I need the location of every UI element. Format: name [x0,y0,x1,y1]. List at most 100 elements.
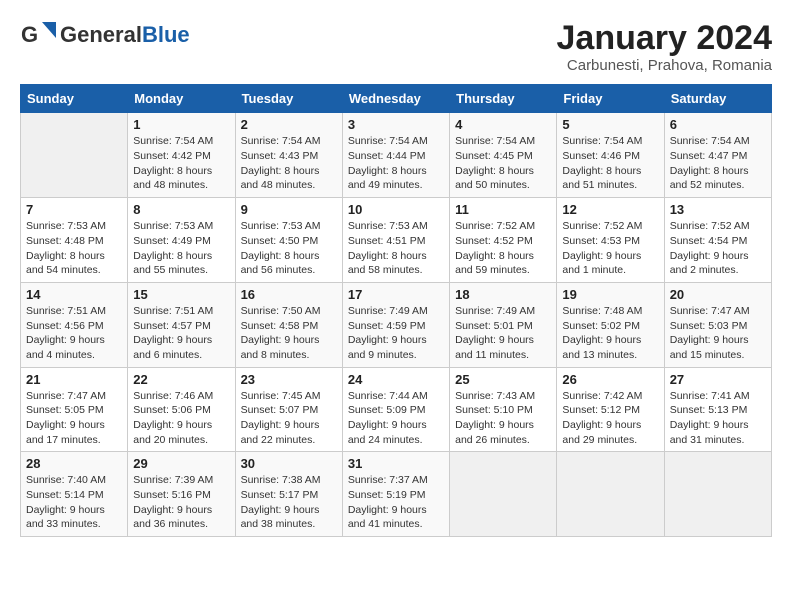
day-info: Sunrise: 7:53 AMSunset: 4:48 PMDaylight:… [26,219,122,278]
day-cell: 30 Sunrise: 7:38 AMSunset: 5:17 PMDayligh… [235,452,342,537]
day-info: Sunrise: 7:51 AMSunset: 4:57 PMDaylight:… [133,304,229,363]
day-info: Sunrise: 7:52 AMSunset: 4:53 PMDaylight:… [562,219,658,278]
day-info: Sunrise: 7:50 AMSunset: 4:58 PMDaylight:… [241,304,337,363]
day-number: 18 [455,287,551,302]
day-number: 10 [348,202,444,217]
day-cell: 14 Sunrise: 7:51 AMSunset: 4:56 PMDayligh… [21,282,128,367]
day-number: 21 [26,372,122,387]
day-info: Sunrise: 7:43 AMSunset: 5:10 PMDaylight:… [455,389,551,448]
day-info: Sunrise: 7:40 AMSunset: 5:14 PMDaylight:… [26,473,122,532]
day-number: 9 [241,202,337,217]
day-info: Sunrise: 7:49 AMSunset: 4:59 PMDaylight:… [348,304,444,363]
day-number: 28 [26,456,122,471]
day-info: Sunrise: 7:54 AMSunset: 4:42 PMDaylight:… [133,134,229,193]
day-cell: 18 Sunrise: 7:49 AMSunset: 5:01 PMDayligh… [450,282,557,367]
day-number: 14 [26,287,122,302]
day-number: 11 [455,202,551,217]
logo-icon: G [20,20,56,50]
week-row-2: 14 Sunrise: 7:51 AMSunset: 4:56 PMDayligh… [21,282,772,367]
day-cell [557,452,664,537]
day-info: Sunrise: 7:52 AMSunset: 4:54 PMDaylight:… [670,219,766,278]
day-cell: 3Sunrise: 7:54 AMSunset: 4:44 PMDaylight… [342,113,449,198]
day-number: 15 [133,287,229,302]
day-number: 4 [455,117,551,132]
day-info: Sunrise: 7:51 AMSunset: 4:56 PMDaylight:… [26,304,122,363]
header-tuesday: Tuesday [235,85,342,113]
day-cell: 26 Sunrise: 7:42 AMSunset: 5:12 PMDayligh… [557,367,664,452]
day-number: 6 [670,117,766,132]
day-number: 26 [562,372,658,387]
day-cell: 10 Sunrise: 7:53 AMSunset: 4:51 PMDayligh… [342,198,449,283]
day-info: Sunrise: 7:54 AMSunset: 4:45 PMDaylight:… [455,134,551,193]
week-row-4: 28 Sunrise: 7:40 AMSunset: 5:14 PMDayligh… [21,452,772,537]
day-cell: 19Sunrise: 7:48 AMSunset: 5:02 PMDayligh… [557,282,664,367]
day-info: Sunrise: 7:47 AMSunset: 5:05 PMDaylight:… [26,389,122,448]
day-cell: 23 Sunrise: 7:45 AMSunset: 5:07 PMDayligh… [235,367,342,452]
day-number: 17 [348,287,444,302]
day-number: 22 [133,372,229,387]
day-cell: 24 Sunrise: 7:44 AMSunset: 5:09 PMDayligh… [342,367,449,452]
day-number: 19 [562,287,658,302]
day-cell: 20 Sunrise: 7:47 AMSunset: 5:03 PMDayligh… [664,282,771,367]
day-cell: 2Sunrise: 7:54 AMSunset: 4:43 PMDaylight… [235,113,342,198]
day-cell [21,113,128,198]
day-info: Sunrise: 7:49 AMSunset: 5:01 PMDaylight:… [455,304,551,363]
day-info: Sunrise: 7:45 AMSunset: 5:07 PMDaylight:… [241,389,337,448]
day-cell [450,452,557,537]
day-number: 8 [133,202,229,217]
day-cell: 22 Sunrise: 7:46 AMSunset: 5:06 PMDayligh… [128,367,235,452]
week-row-1: 7 Sunrise: 7:53 AMSunset: 4:48 PMDaylight… [21,198,772,283]
days-header-row: SundayMondayTuesdayWednesdayThursdayFrid… [21,85,772,113]
day-number: 2 [241,117,337,132]
day-number: 24 [348,372,444,387]
day-number: 25 [455,372,551,387]
day-number: 3 [348,117,444,132]
day-info: Sunrise: 7:44 AMSunset: 5:09 PMDaylight:… [348,389,444,448]
day-number: 29 [133,456,229,471]
day-info: Sunrise: 7:41 AMSunset: 5:13 PMDaylight:… [670,389,766,448]
day-cell: 13Sunrise: 7:52 AMSunset: 4:54 PMDayligh… [664,198,771,283]
day-cell: 27Sunrise: 7:41 AMSunset: 5:13 PMDayligh… [664,367,771,452]
day-number: 5 [562,117,658,132]
logo: G GeneralBlue [20,20,190,50]
page-header: G GeneralBlue January 2024 Carbunesti, P… [20,20,772,74]
day-number: 7 [26,202,122,217]
calendar-title: January 2024 [557,20,773,57]
day-cell: 15 Sunrise: 7:51 AMSunset: 4:57 PMDayligh… [128,282,235,367]
day-number: 23 [241,372,337,387]
day-info: Sunrise: 7:37 AMSunset: 5:19 PMDaylight:… [348,473,444,532]
day-info: Sunrise: 7:38 AMSunset: 5:17 PMDaylight:… [241,473,337,532]
day-cell: 31Sunrise: 7:37 AMSunset: 5:19 PMDayligh… [342,452,449,537]
day-cell: 4 Sunrise: 7:54 AMSunset: 4:45 PMDaylight… [450,113,557,198]
day-info: Sunrise: 7:39 AMSunset: 5:16 PMDaylight:… [133,473,229,532]
day-cell: 1Sunrise: 7:54 AMSunset: 4:42 PMDaylight… [128,113,235,198]
day-info: Sunrise: 7:54 AMSunset: 4:47 PMDaylight:… [670,134,766,193]
day-cell: 5 Sunrise: 7:54 AMSunset: 4:46 PMDaylight… [557,113,664,198]
day-cell: 8 Sunrise: 7:53 AMSunset: 4:49 PMDaylight… [128,198,235,283]
day-info: Sunrise: 7:42 AMSunset: 5:12 PMDaylight:… [562,389,658,448]
day-number: 20 [670,287,766,302]
logo-general: General [60,22,142,47]
header-wednesday: Wednesday [342,85,449,113]
day-cell: 9Sunrise: 7:53 AMSunset: 4:50 PMDaylight… [235,198,342,283]
day-number: 16 [241,287,337,302]
day-cell [664,452,771,537]
day-info: Sunrise: 7:47 AMSunset: 5:03 PMDaylight:… [670,304,766,363]
day-number: 30 [241,456,337,471]
title-block: January 2024 Carbunesti, Prahova, Romani… [557,20,773,74]
header-saturday: Saturday [664,85,771,113]
day-cell: 7 Sunrise: 7:53 AMSunset: 4:48 PMDaylight… [21,198,128,283]
week-row-3: 21 Sunrise: 7:47 AMSunset: 5:05 PMDayligh… [21,367,772,452]
header-monday: Monday [128,85,235,113]
day-info: Sunrise: 7:53 AMSunset: 4:51 PMDaylight:… [348,219,444,278]
day-info: Sunrise: 7:46 AMSunset: 5:06 PMDaylight:… [133,389,229,448]
day-cell: 16 Sunrise: 7:50 AMSunset: 4:58 PMDayligh… [235,282,342,367]
header-friday: Friday [557,85,664,113]
day-info: Sunrise: 7:54 AMSunset: 4:46 PMDaylight:… [562,134,658,193]
day-cell: 29 Sunrise: 7:39 AMSunset: 5:16 PMDayligh… [128,452,235,537]
day-info: Sunrise: 7:52 AMSunset: 4:52 PMDaylight:… [455,219,551,278]
header-sunday: Sunday [21,85,128,113]
day-info: Sunrise: 7:53 AMSunset: 4:49 PMDaylight:… [133,219,229,278]
day-cell: 12Sunrise: 7:52 AMSunset: 4:53 PMDayligh… [557,198,664,283]
day-cell: 21 Sunrise: 7:47 AMSunset: 5:05 PMDayligh… [21,367,128,452]
